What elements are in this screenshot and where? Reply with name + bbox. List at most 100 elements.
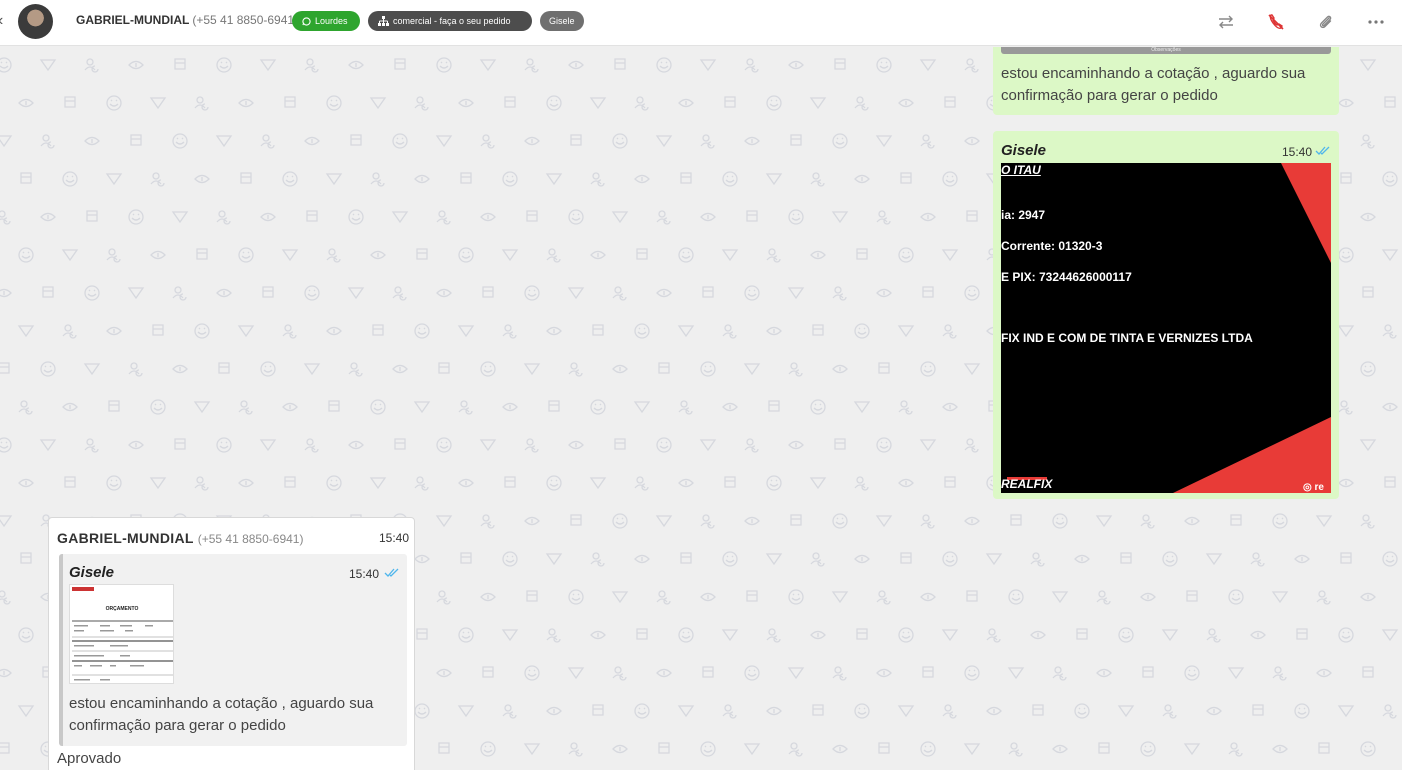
- wallpaper-doodle: [193, 401, 211, 414]
- wallpaper-doodle: [150, 172, 165, 187]
- quoted-document-thumbnail[interactable]: ORÇAMENTO: [69, 584, 174, 684]
- wallpaper-doodle: [504, 96, 516, 108]
- wallpaper-doodle: [128, 60, 144, 70]
- wallpaper-doodle: [348, 440, 364, 450]
- wallpaper-doodle: [834, 438, 846, 450]
- transfer-icon[interactable]: [1216, 12, 1236, 32]
- wallpaper-doodle: [391, 211, 409, 224]
- wallpaper-doodle: [854, 476, 869, 491]
- wallpaper-doodle: [1296, 628, 1308, 640]
- wallpaper-doodle: [722, 402, 738, 412]
- wallpaper-doodle: [898, 247, 914, 263]
- wallpaper-doodle: [545, 553, 563, 566]
- wallpaper-doodle: [480, 514, 495, 529]
- wallpaper-doodle: [438, 742, 450, 754]
- wallpaper-doodle: [589, 97, 607, 110]
- avatar[interactable]: [18, 4, 53, 39]
- agent-tag[interactable]: Gisele: [540, 11, 584, 31]
- wallpaper-doodle: [524, 285, 540, 301]
- quoted-message[interactable]: Gisele 15:40 ORÇAMENTO estou encaminhand…: [59, 554, 407, 746]
- wallpaper-doodle: [1338, 247, 1354, 263]
- wallpaper-doodle: [350, 134, 362, 146]
- wallpaper-doodle: [944, 96, 956, 108]
- wallpaper-doodle: [812, 704, 824, 716]
- outgoing-message[interactable]: Observações estou encaminhando a cotação…: [993, 47, 1339, 115]
- wallpaper-doodle: [460, 552, 472, 564]
- message-contact-name: GABRIEL-MUNDIAL (+55 41 8850-6941): [57, 530, 303, 546]
- wallpaper-doodle: [127, 287, 145, 300]
- wallpaper-doodle: [1052, 513, 1068, 529]
- wallpaper-doodle: [656, 590, 671, 605]
- queue-tag[interactable]: comercial - faça o seu pedido: [368, 11, 532, 31]
- wallpaper-doodle: [567, 287, 585, 300]
- wallpaper-doodle: [876, 437, 892, 453]
- wallpaper-doodle: [941, 629, 959, 642]
- wallpaper-doodle: [832, 744, 848, 754]
- wallpaper-doodle: [721, 249, 739, 262]
- wallpaper-doodle: [304, 136, 320, 146]
- wallpaper-doodle: [17, 705, 35, 718]
- wallpaper-doodle: [590, 552, 605, 567]
- wallpaper-doodle: [941, 249, 959, 262]
- wallpaper-doodle: [149, 477, 167, 490]
- wallpaper-doodle: [1228, 589, 1244, 605]
- wallpaper-doodle: [724, 476, 736, 488]
- wallpaper-doodle: [524, 665, 540, 681]
- wallpaper-doodle: [40, 361, 56, 377]
- wallpaper-doodle: [1117, 705, 1135, 718]
- wallpaper-doodle: [592, 324, 604, 336]
- wallpaper-doodle: [788, 589, 804, 605]
- wallpaper-doodle: [282, 324, 297, 339]
- wallpaper-doodle: [1007, 667, 1025, 680]
- user-tag[interactable]: Lourdes: [292, 11, 360, 31]
- wallpaper-doodle: [1337, 705, 1355, 718]
- wallpaper-doodle: [942, 402, 958, 412]
- wallpaper-doodle: [457, 325, 475, 338]
- image-pix-key-text: E PIX: 73244626000117: [1001, 270, 1132, 284]
- wallpaper-doodle: [42, 286, 54, 298]
- back-arrow-icon[interactable]: ‹: [0, 12, 3, 30]
- wallpaper-doodle: [40, 134, 55, 149]
- incoming-message[interactable]: GABRIEL-MUNDIAL (+55 41 8850-6941) 15:40 …: [48, 517, 415, 770]
- wallpaper-doodle: [897, 705, 915, 718]
- wallpaper-doodle: [174, 58, 186, 70]
- wallpaper-doodle: [196, 248, 208, 260]
- wallpaper-doodle: [1096, 590, 1111, 605]
- wallpaper-doodle: [832, 286, 847, 301]
- wallpaper-doodle: [1074, 703, 1090, 719]
- wallpaper-doodle: [62, 324, 77, 339]
- wallpaper-doodle: [920, 134, 935, 149]
- outgoing-image-message[interactable]: Gisele 15:40 O ITAU ia: 2947 Corrente: 0…: [993, 131, 1339, 499]
- wallpaper-doodle: [1338, 400, 1353, 415]
- wallpaper-doodle: [523, 743, 541, 756]
- wallpaper-doodle: [282, 171, 298, 187]
- wallpaper-doodle: [678, 478, 694, 488]
- wallpaper-doodle: [0, 668, 12, 678]
- wallpaper-doodle: [172, 286, 187, 301]
- wallpaper-doodle: [436, 437, 452, 453]
- wallpaper-doodle: [589, 477, 607, 490]
- wallpaper-doodle: [1338, 98, 1354, 108]
- end-call-icon[interactable]: [1266, 12, 1286, 32]
- wallpaper-doodle: [1271, 591, 1289, 604]
- wallpaper-doodle: [612, 133, 628, 149]
- wallpaper-doodle: [414, 174, 430, 184]
- contact-name[interactable]: GABRIEL-MUNDIAL (+55 41 8850-6941): [76, 13, 298, 27]
- wallpaper-doodle: [304, 438, 319, 453]
- wallpaper-doodle: [61, 249, 79, 262]
- wallpaper-doodle: [414, 703, 430, 719]
- wallpaper-doodle: [171, 211, 189, 224]
- wallpaper-doodle: [39, 59, 57, 72]
- wallpaper-doodle: [1382, 551, 1398, 567]
- wallpaper-doodle: [633, 401, 651, 414]
- wallpaper-doodle: [414, 323, 430, 339]
- wallpaper-doodle: [372, 324, 384, 336]
- paperclip-icon[interactable]: [1316, 12, 1336, 32]
- wallpaper-doodle: [259, 439, 277, 452]
- wallpaper-doodle: [592, 704, 604, 716]
- payment-info-image[interactable]: O ITAU ia: 2947 Corrente: 01320-3 E PIX:…: [1001, 163, 1331, 493]
- wallpaper-doodle: [964, 58, 979, 73]
- wallpaper-doodle: [482, 286, 494, 298]
- more-options-icon[interactable]: [1366, 12, 1386, 32]
- wallpaper-doodle: [17, 325, 35, 338]
